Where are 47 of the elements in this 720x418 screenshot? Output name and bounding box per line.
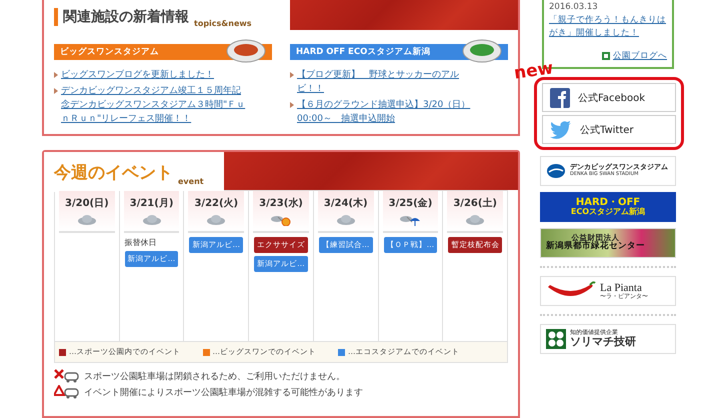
new-label: new	[512, 58, 555, 84]
bullet-icon	[290, 72, 294, 78]
topics-subtitle: topics&news	[194, 19, 252, 30]
bullet-icon	[290, 102, 294, 108]
stadium-icon	[226, 37, 266, 63]
date-label: 3/25(金)	[388, 196, 432, 210]
date-label: 3/26(土)	[453, 196, 497, 210]
topics-title: 関連施設の新着情報	[63, 8, 189, 26]
notice-text: イベント開催によりスポーツ公園駐車場が混雑する可能性があります	[84, 386, 363, 398]
clover-logo-icon	[546, 329, 566, 349]
news-link[interactable]: 【ブログ更新】 野球とサッカーのアルビ！！	[297, 68, 482, 96]
date-label: 3/22(火)	[194, 196, 238, 210]
bird-icon	[550, 120, 572, 138]
notice-text: スポーツ公園駐車場は閉鎖されるため、ご利用いただけません。	[84, 370, 345, 382]
cross-car-icon	[54, 369, 80, 383]
date-label: 3/23(水)	[259, 196, 303, 210]
swan-logo-icon	[546, 163, 566, 179]
blog-link[interactable]: 「親子で作ろう！もんきりはがき」開催しました！	[549, 14, 667, 40]
venue-name: HARD OFF ECOスタジアム新潟	[296, 46, 430, 58]
weather-icon	[398, 214, 422, 226]
banner-subtitle: ECOスタジアム新潟	[570, 208, 646, 217]
facebook-button[interactable]: 公式Facebook	[542, 83, 676, 112]
banner-title: HARD・OFF	[576, 197, 640, 208]
date-label: 3/24(木)	[324, 196, 368, 210]
events-subtitle: event	[178, 177, 204, 188]
square-icon	[602, 52, 610, 60]
stadium-icon	[462, 37, 502, 63]
news-link[interactable]: デンカビッグワンスタジアム竣工１５周年記念デンカビッグスワンスタジアム３時間"ＦｕｎＲｕｎ"リレーフェス開催！！	[61, 84, 246, 126]
blog-date: 2016.03.13	[549, 2, 599, 12]
date-label: 3/20(日)	[65, 197, 109, 210]
events-title: 今週のイベント	[54, 162, 173, 184]
bullet-icon	[54, 88, 58, 94]
holiday-note: 振替休日	[124, 237, 158, 248]
news-link[interactable]: ビッグスワンブログを更新しました！	[61, 68, 214, 82]
banner-title: La Pianta	[600, 282, 643, 294]
date-label: 3/21(月)	[130, 197, 174, 210]
twitter-button[interactable]: 公式Twitter	[542, 115, 676, 144]
warning-car-icon	[54, 385, 80, 399]
blog-more-link[interactable]: 公園ブログへ	[613, 50, 667, 62]
facebook-icon	[550, 88, 570, 108]
weather-icon	[269, 214, 294, 226]
venue-name: ビッグスワンスタジアム	[60, 46, 159, 58]
banner-subtitle: 新潟県都市緑花センター	[546, 242, 645, 252]
banner-subtitle: ソリマチ技研	[570, 336, 636, 348]
sponsor-banner[interactable]: HARD・OFF ECOスタジアム新潟	[540, 192, 676, 222]
bullet-icon	[54, 72, 58, 78]
news-link[interactable]: 【６月のグラウンド抽選申込】3/20（日）00:00～ 抽選申込開始	[297, 98, 482, 126]
